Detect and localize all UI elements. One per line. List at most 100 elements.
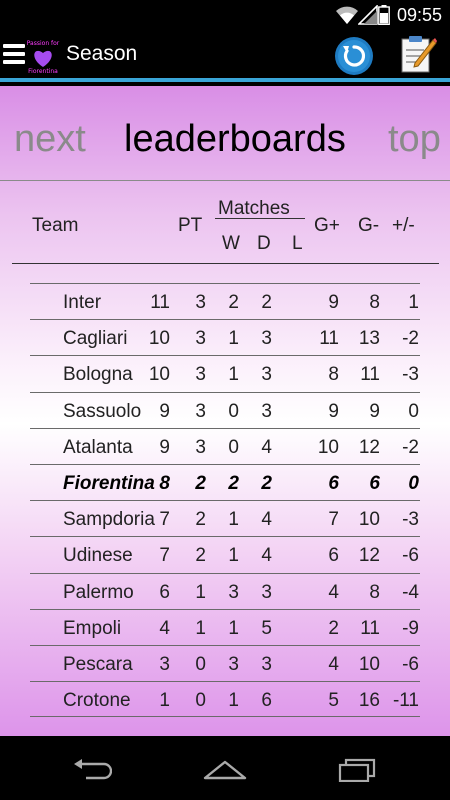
cell-diff: 0	[408, 472, 419, 494]
table-row: Atalanta 9 3 0 4 10 12 -2	[30, 427, 420, 464]
cell-team: Palermo	[63, 581, 134, 603]
cell-w: 2	[195, 509, 206, 531]
header-pt: PT	[178, 215, 203, 236]
cell-gf: 9	[328, 400, 339, 422]
recents-icon[interactable]	[338, 758, 378, 787]
header-team: Team	[32, 215, 79, 236]
logo-text-top: Passion for	[26, 40, 60, 47]
notes-button[interactable]	[399, 34, 437, 74]
back-icon[interactable]	[72, 758, 113, 785]
status-time: 09:55	[396, 5, 442, 25]
cell-pt: 9	[159, 436, 170, 458]
header-d: D	[257, 233, 271, 254]
cell-l: 3	[261, 581, 272, 603]
cell-gf: 2	[328, 617, 339, 639]
cell-gf: 7	[328, 509, 339, 531]
header-goal-diff: +/-	[392, 215, 415, 236]
refresh-button[interactable]	[334, 36, 374, 76]
cell-l: 2	[261, 472, 272, 494]
cell-w: 3	[195, 364, 206, 386]
app-logo: Passion for Fiorentina	[24, 38, 62, 76]
header-matches: Matches	[218, 198, 290, 219]
cell-d: 2	[228, 472, 239, 494]
cell-w: 0	[195, 653, 206, 675]
cell-ga: 12	[358, 436, 380, 458]
cell-l: 4	[261, 436, 272, 458]
navigation-bar	[0, 740, 450, 800]
tab-leaderboards[interactable]: leaderboards	[124, 118, 346, 161]
cell-pt: 8	[159, 472, 170, 494]
table-row: Sampdoria 7 2 1 4 7 10 -3	[30, 500, 420, 536]
header-divider	[12, 263, 439, 264]
status-bar: 09:55	[0, 0, 450, 30]
cell-pt: 6	[159, 581, 170, 603]
content-area: next leaderboards top Team PT Matches W …	[0, 86, 450, 736]
cell-gf: 10	[317, 436, 339, 458]
cell-diff: -6	[402, 545, 419, 567]
cell-pt: 10	[148, 364, 170, 386]
cell-pt: 11	[150, 292, 170, 313]
cell-gf: 8	[328, 364, 339, 386]
table-row: Udinese 7 2 1 4 6 12 -6	[30, 536, 420, 572]
cell-w: 1	[195, 617, 206, 639]
cell-l: 3	[261, 328, 272, 350]
cell-diff: -11	[392, 690, 419, 712]
cell-l: 4	[261, 545, 272, 567]
cell-team: Inter	[63, 292, 102, 313]
table-row: Palermo 6 1 3 3 4 8 -4	[30, 572, 420, 609]
cell-w: 3	[195, 328, 206, 350]
table-row: Crotone 1 0 1 6 5 16 -11	[30, 681, 420, 718]
header-goals-for: G+	[314, 215, 340, 236]
cell-d: 1	[228, 509, 239, 531]
cell-d: 3	[228, 581, 239, 603]
table-row: Sassuolo 9 3 0 3 9 9 0	[30, 391, 420, 428]
table-row: Inter 11 3 2 2 9 8 1	[30, 283, 420, 319]
table-row: Bologna 10 3 1 3 8 11 -3	[30, 355, 420, 391]
cell-d: 1	[228, 364, 239, 386]
cell-diff: -2	[402, 328, 419, 350]
tab-divider	[0, 180, 450, 181]
table-row: Fiorentina 8 2 2 2 6 6 0	[30, 463, 420, 500]
cell-w: 3	[195, 400, 206, 422]
cell-team: Bologna	[63, 364, 133, 386]
cell-diff: -6	[402, 653, 419, 675]
cell-d: 0	[228, 436, 239, 458]
cell-diff: 0	[408, 400, 419, 422]
cell-gf: 4	[328, 653, 339, 675]
cell-ga: 10	[358, 653, 380, 675]
tab-top[interactable]: top	[388, 118, 441, 161]
tab-next[interactable]: next	[14, 118, 86, 161]
cell-ga: 8	[369, 581, 380, 603]
cell-diff: -2	[402, 436, 419, 458]
wifi-icon	[335, 5, 359, 30]
menu-icon[interactable]	[3, 44, 25, 64]
heart-icon	[34, 50, 52, 67]
cell-pt: 4	[159, 617, 170, 639]
table-row: Cagliari 10 3 1 3 11 13 -2	[30, 319, 420, 355]
cell-gf: 11	[319, 328, 339, 350]
cell-gf: 5	[328, 690, 339, 712]
cell-pt: 7	[159, 545, 170, 567]
table-row: Pescara 3 0 3 3 4 10 -6	[30, 644, 420, 681]
cell-d: 2	[228, 292, 239, 313]
cell-l: 6	[261, 690, 272, 712]
cell-team: Empoli	[63, 617, 122, 639]
notes-icon	[401, 36, 437, 73]
cell-ga: 12	[358, 545, 380, 567]
header-w: W	[222, 233, 240, 254]
header-l: L	[292, 233, 303, 254]
cell-w: 3	[195, 292, 206, 313]
cell-pt: 9	[159, 400, 170, 422]
home-icon[interactable]	[203, 758, 247, 785]
cell-gf: 9	[328, 292, 339, 313]
cell-diff: -9	[402, 617, 419, 639]
table-header: Team PT Matches W D L G+ G- +/-	[12, 186, 440, 264]
logo-text-bottom: Fiorentina	[28, 68, 58, 75]
cell-ga: 9	[369, 400, 380, 422]
tab-strip: next leaderboards top	[0, 86, 450, 182]
cell-ga: 13	[358, 328, 380, 350]
cell-d: 1	[228, 328, 239, 350]
cell-d: 0	[228, 400, 239, 422]
cell-team: Cagliari	[63, 328, 128, 350]
cell-gf: 6	[328, 472, 339, 494]
